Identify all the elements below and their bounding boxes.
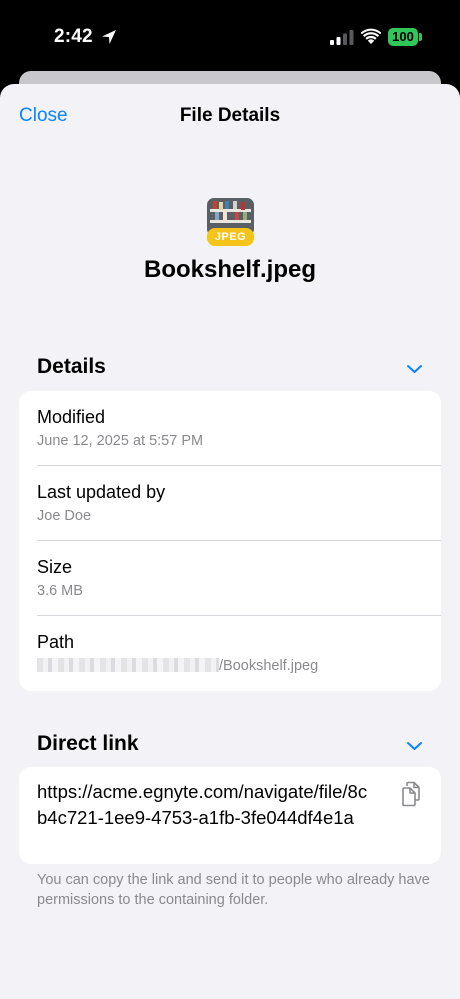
battery-cap (419, 33, 422, 41)
detail-label: Last updated by (37, 482, 166, 502)
detail-row-path: Path /Bookshelf.jpeg (19, 616, 441, 691)
cellular-signal-icon (330, 30, 354, 45)
path-filename: /Bookshelf.jpeg (219, 658, 319, 674)
detail-value: June 12, 2025 at 5:57 PM (37, 433, 204, 449)
details-section-title: Details (37, 355, 106, 378)
file-thumbnail: JPEG (207, 198, 254, 246)
detail-value: 3.6 MB (37, 583, 83, 599)
battery-icon: 100 (388, 28, 418, 46)
redacted-path-segment (37, 658, 219, 672)
detail-value: Joe Doe (37, 508, 92, 524)
details-chevron-down-icon[interactable] (406, 364, 423, 374)
detail-label: Size (37, 557, 73, 577)
page-title: File Details (179, 105, 281, 126)
status-bar: 2:42 100 (0, 0, 460, 72)
detail-row-last-updated-by: Last updated by Joe Doe (19, 466, 441, 541)
location-arrow-icon (102, 30, 116, 44)
direct-link-card: https://acme.egnyte.com/navigate/file/8c… (19, 767, 441, 864)
detail-value-path: /Bookshelf.jpeg (37, 658, 318, 674)
jpeg-badge: JPEG (207, 228, 254, 246)
detail-label: Path (37, 632, 75, 652)
wifi-icon (361, 28, 381, 44)
detail-row-modified: Modified June 12, 2025 at 5:57 PM (19, 391, 441, 466)
direct-link-url[interactable]: https://acme.egnyte.com/navigate/file/8c… (37, 779, 373, 831)
direct-link-note: You can copy the link and send it to peo… (37, 872, 430, 908)
direct-link-section-title: Direct link (37, 732, 139, 755)
status-time: 2:42 (54, 26, 93, 47)
direct-link-chevron-down-icon[interactable] (406, 741, 423, 751)
detail-row-size: Size 3.6 MB (19, 541, 441, 616)
detail-label: Modified (37, 407, 106, 427)
file-name: Bookshelf.jpeg (143, 256, 317, 283)
details-card: Modified June 12, 2025 at 5:57 PM Last u… (19, 391, 441, 691)
copy-icon[interactable] (399, 781, 423, 807)
file-details-sheet: Close File Details JPEG Bookshelf.jpeg D… (0, 84, 460, 999)
